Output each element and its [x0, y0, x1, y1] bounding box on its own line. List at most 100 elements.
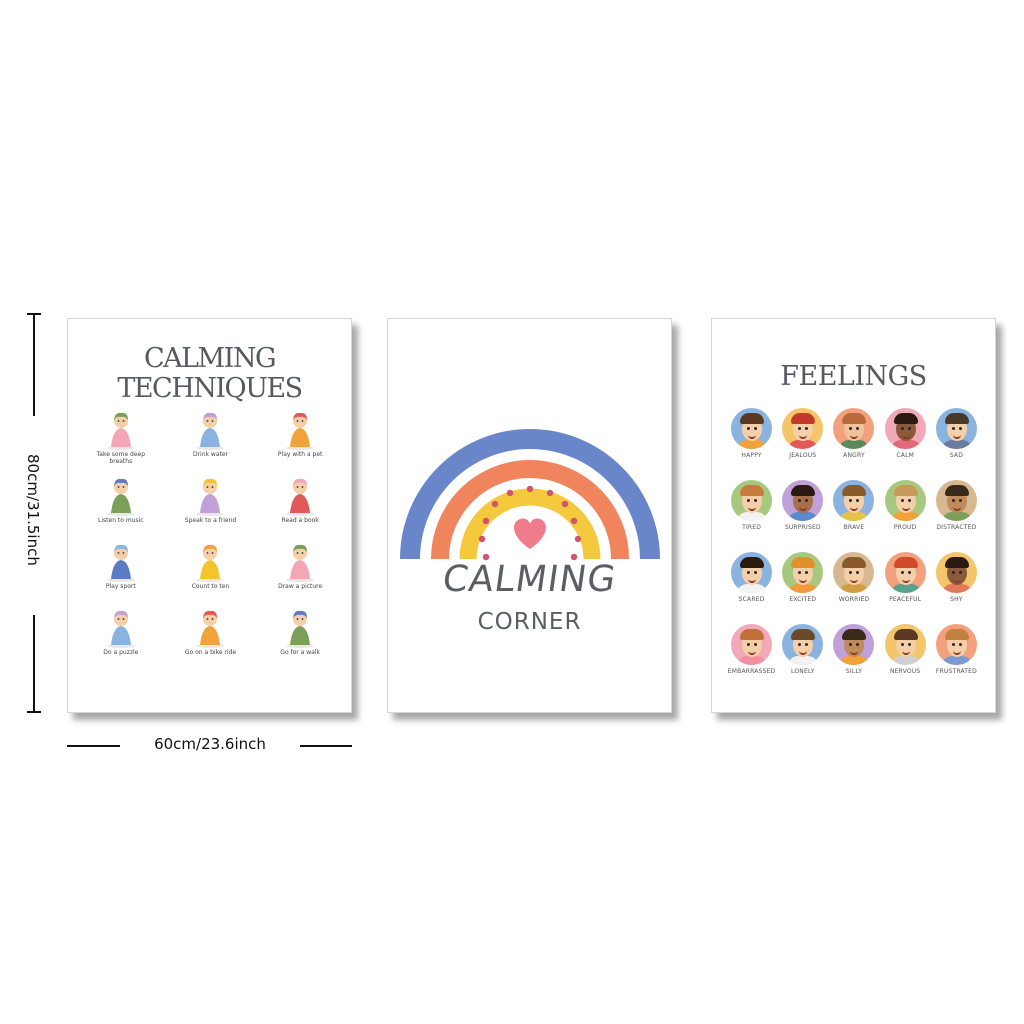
feeling-label: EXCITED [789, 596, 817, 603]
height-dimension-line-bottom [33, 615, 35, 713]
feeling-label: TIRED [742, 524, 762, 531]
techniques-grid: Take some deep breaths Drink water Play wi… [76, 407, 345, 663]
feeling-item: SURPRISED [777, 480, 828, 531]
technique-label: Draw a picture [278, 583, 323, 590]
technique-label: Go for a walk [280, 649, 320, 656]
feeling-label: DISTRACTED [936, 524, 977, 531]
calming-corner-poster: CALMING CORNER [387, 318, 672, 713]
child-reading-icon [286, 478, 315, 516]
technique-item: Count to ten [166, 539, 256, 597]
feeling-label: WORRIED [838, 596, 870, 603]
child-face-icon [884, 552, 926, 593]
child-with-cat-icon [286, 412, 315, 450]
feeling-item: SILLY [828, 624, 879, 675]
feeling-item: SHY [931, 552, 982, 603]
child-face-icon [935, 480, 977, 521]
feeling-item: EXCITED [777, 552, 828, 603]
child-puzzle-icon [106, 610, 135, 648]
width-dimension-label: 60cm/23.6inch [154, 735, 266, 753]
feeling-label: SCARED [738, 596, 765, 603]
child-face-icon [731, 480, 773, 521]
feeling-item: BRAVE [828, 480, 879, 531]
height-dimension-label: 80cm/31.5inch [24, 454, 42, 566]
technique-item: Play with a pet [255, 407, 345, 465]
feeling-item: TIRED [726, 480, 777, 531]
child-face-icon [731, 552, 773, 593]
feeling-item: CALM [880, 408, 931, 459]
child-drinking-icon [196, 412, 225, 450]
child-drawing-icon [286, 544, 315, 582]
feeling-item: WORRIED [828, 552, 879, 603]
technique-item: Play sport [76, 539, 166, 597]
child-soccer-icon [106, 544, 135, 582]
technique-item: Read a book [255, 473, 345, 531]
child-face-icon [782, 480, 824, 521]
feeling-label: PEACEFUL [889, 596, 922, 603]
technique-label: Read a book [281, 517, 319, 524]
height-dimension-line-top [33, 313, 35, 416]
technique-item: Draw a picture [255, 539, 345, 597]
feeling-label: BRAVE [843, 524, 865, 531]
child-face-icon [884, 624, 926, 665]
child-bike-icon [196, 610, 225, 648]
feeling-item: EMBARRASSED [726, 624, 777, 675]
poster-title-line1: CALMING [143, 343, 277, 374]
heart-icon [514, 518, 546, 549]
feeling-item: LONELY [777, 624, 828, 675]
feeling-label: CALM [896, 452, 914, 459]
feeling-label: SURPRISED [784, 524, 821, 531]
feeling-item: SAD [931, 408, 982, 459]
feeling-label: NERVOUS [889, 668, 921, 675]
height-dimension-tick-bottom [27, 711, 41, 713]
child-face-icon [833, 552, 875, 593]
calming-corner-title-line2: CORNER [477, 609, 582, 635]
feelings-poster: FEELINGS HAPPY JEALOUS ANGRY CALM SAD TIRED SU… [711, 318, 996, 713]
rainbow-illustration [400, 429, 660, 561]
technique-label: Play with a pet [277, 451, 323, 458]
technique-item: Speak to a friend [166, 473, 256, 531]
child-face-icon [833, 408, 875, 449]
child-face-icon [782, 552, 824, 593]
technique-item: Do a puzzle [76, 605, 166, 663]
child-counting-icon [196, 544, 225, 582]
technique-item: Take some deep breaths [76, 407, 166, 465]
technique-label: Play sport [105, 583, 136, 590]
child-face-icon [935, 408, 977, 449]
feeling-item: NERVOUS [880, 624, 931, 675]
calming-corner-title-line1: CALMING [439, 559, 620, 600]
technique-item: Listen to music [76, 473, 166, 531]
feeling-item: HAPPY [726, 408, 777, 459]
feeling-label: SAD [949, 452, 964, 459]
child-face-icon [833, 624, 875, 665]
poster-title-line2: TECHNIQUES [117, 373, 303, 404]
feeling-item: PEACEFUL [880, 552, 931, 603]
child-face-icon [884, 408, 926, 449]
feeling-label: JEALOUS [789, 452, 817, 459]
children-walking-icon [286, 610, 315, 648]
technique-item: Go on a bike ride [166, 605, 256, 663]
technique-label: Drink water [192, 451, 229, 458]
feeling-item: DISTRACTED [931, 480, 982, 531]
child-face-icon [731, 624, 773, 665]
child-face-icon [782, 624, 824, 665]
technique-label: Speak to a friend [184, 517, 237, 524]
feeling-label: SILLY [845, 668, 863, 675]
feeling-label: SHY [950, 596, 963, 603]
feeling-label: LONELY [791, 668, 815, 675]
feeling-item: JEALOUS [777, 408, 828, 459]
width-dimension-line-right [300, 745, 352, 747]
child-face-icon [935, 624, 977, 665]
technique-item: Drink water [166, 407, 256, 465]
feeling-label: PROUD [893, 524, 917, 531]
feeling-label: FRUSTRATED [935, 668, 977, 675]
feeling-item: PROUD [880, 480, 931, 531]
feeling-item: ANGRY [828, 408, 879, 459]
technique-label: Do a puzzle [103, 649, 139, 656]
technique-item: Go for a walk [255, 605, 345, 663]
height-dimension-tick-top [27, 313, 41, 315]
feeling-label: EMBARRASSED [727, 668, 776, 675]
child-face-icon [833, 480, 875, 521]
feeling-label: ANGRY [843, 452, 865, 459]
feelings-grid: HAPPY JEALOUS ANGRY CALM SAD TIRED SURPRISED BR… [726, 408, 982, 675]
feeling-item: FRUSTRATED [931, 624, 982, 675]
